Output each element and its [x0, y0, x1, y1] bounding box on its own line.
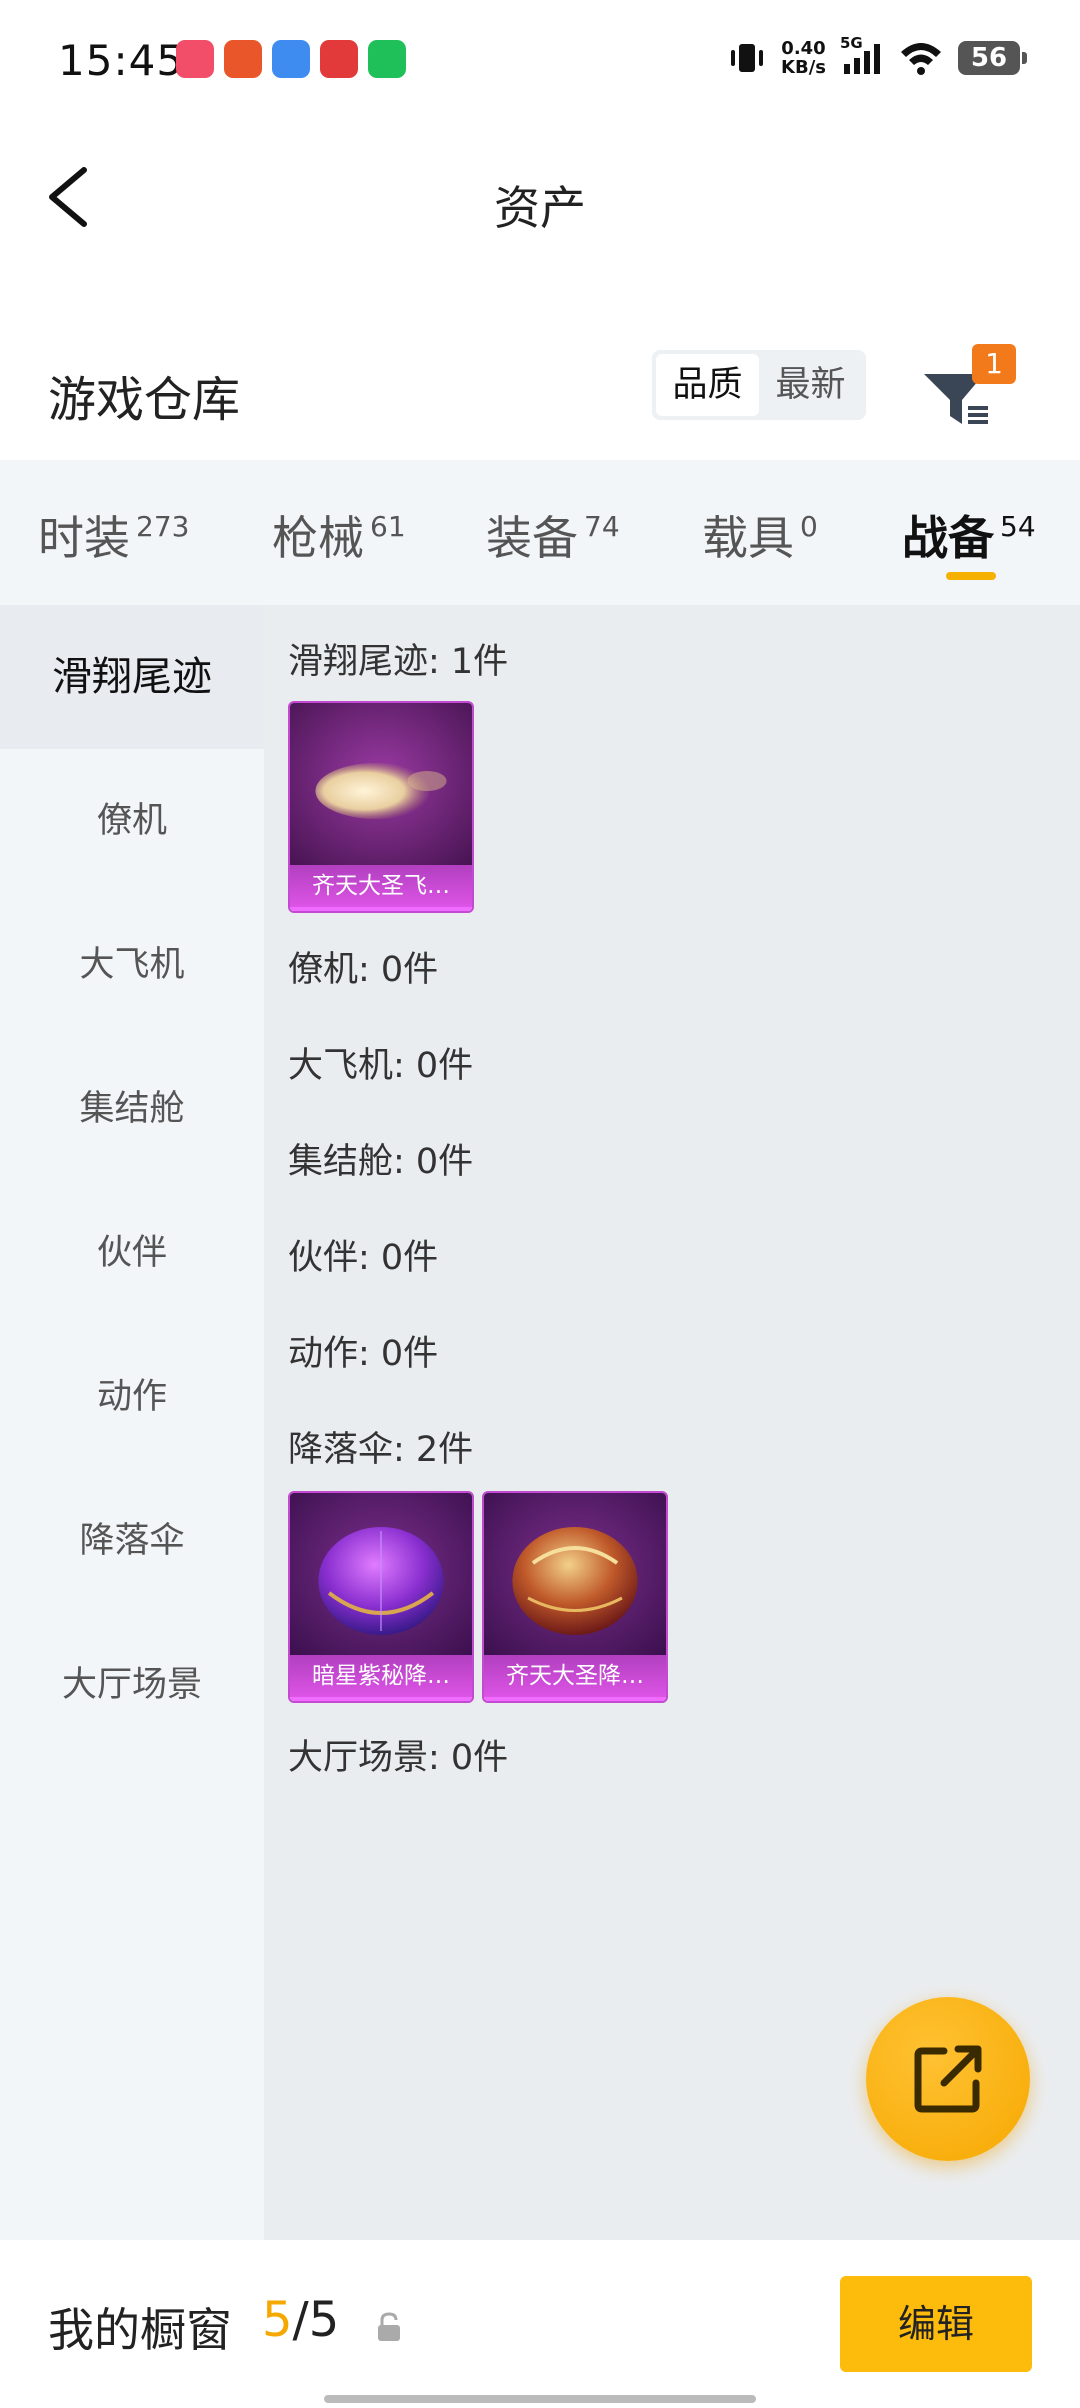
sub-nav-glide-trail[interactable]: 滑翔尾迹: [0, 605, 264, 749]
tab-equipment-count: 74: [584, 510, 620, 543]
item-card[interactable]: 齐天大圣飞…: [288, 701, 474, 913]
tab-equipment[interactable]: 装备 74: [486, 502, 620, 568]
section-label-lobby-scene: 大厅场景: 0件: [288, 1738, 509, 1778]
nav-bar: 资产: [0, 120, 1080, 270]
tab-fashion-count: 273: [136, 510, 190, 543]
item-name: 齐天大圣降…: [484, 1655, 666, 1701]
edit-button[interactable]: 编辑: [840, 2276, 1032, 2372]
active-tab-indicator: [946, 572, 996, 580]
item-card[interactable]: 齐天大圣降…: [482, 1491, 668, 1703]
sub-nav-wingman[interactable]: 僚机: [0, 749, 264, 893]
sub-nav-assembly-pod[interactable]: 集结舱: [0, 1037, 264, 1181]
tab-battle-prep[interactable]: 战备 54: [902, 502, 1036, 568]
game-center-app-icon: [320, 40, 358, 78]
showcase-current: 5: [262, 2292, 293, 2348]
warehouse-title: 游戏仓库: [48, 372, 241, 428]
category-tabs: 时装 273 枪械 61 装备 74 载具 0 战备 54: [0, 460, 1080, 605]
section-label-assembly-pod: 集结舱: 0件: [288, 1142, 474, 1182]
tab-firearms[interactable]: 枪械 61: [272, 502, 406, 568]
item-name: 暗星紫秘降…: [290, 1655, 472, 1701]
tab-battle-prep-count: 54: [1000, 510, 1036, 543]
section-label-parachute: 降落伞: 2件: [288, 1430, 474, 1470]
section-label-big-plane: 大飞机: 0件: [288, 1046, 474, 1086]
video-app-icon: [176, 40, 214, 78]
sub-nav-companion[interactable]: 伙伴: [0, 1181, 264, 1325]
tab-vehicles-label: 载具: [702, 511, 794, 565]
sort-by-quality-button[interactable]: 品质: [656, 354, 759, 416]
share-external-icon: [914, 2045, 982, 2113]
filter-button[interactable]: 1: [918, 332, 1018, 432]
showcase-label: 我的橱窗: [48, 2303, 232, 2357]
sort-toggle: 品质 最新: [652, 350, 866, 420]
showcase-total: 5: [308, 2292, 340, 2348]
filter-count-badge: 1: [972, 344, 1016, 384]
share-button[interactable]: [866, 1997, 1030, 2161]
asset-list: 滑翔尾迹: 1件 齐天大圣飞… 僚机: 0件 大飞机: 0件 集结舱: 0件 伙…: [264, 605, 1080, 2240]
showcase-count: 5/5: [262, 2292, 339, 2348]
wechat-app-icon: [368, 40, 406, 78]
game-app-icon: [224, 40, 262, 78]
tab-fashion[interactable]: 时装 273: [38, 502, 189, 568]
sort-by-newest-button[interactable]: 最新: [759, 354, 862, 416]
sub-nav-big-plane[interactable]: 大飞机: [0, 893, 264, 1037]
section-label-companion: 伙伴: 0件: [288, 1238, 439, 1278]
sub-category-nav: 滑翔尾迹 僚机 大飞机 集结舱 伙伴 动作 降落伞 大厅场景: [0, 605, 264, 2240]
status-time: 15:45: [58, 36, 185, 85]
section-label-glide-trail: 滑翔尾迹: 1件: [288, 642, 509, 682]
glide-trail-item-image: [290, 703, 472, 869]
item-card[interactable]: 暗星紫秘降…: [288, 1491, 474, 1703]
tab-equipment-label: 装备: [486, 511, 578, 565]
wifi-icon: [901, 43, 941, 75]
net-speed-value: 0.40: [781, 38, 826, 59]
tab-vehicles-count: 0: [800, 510, 818, 543]
home-indicator[interactable]: [324, 2395, 756, 2403]
tab-firearms-label: 枪械: [272, 511, 364, 565]
tab-fashion-label: 时装: [38, 511, 130, 565]
tab-firearms-count: 61: [370, 510, 406, 543]
sub-nav-lobby-scene[interactable]: 大厅场景: [0, 1613, 264, 1757]
net-speed: 0.40 KB/s: [781, 39, 826, 77]
showcase-bar: 我的橱窗 5/5 编辑: [0, 2240, 1080, 2408]
section-label-emote: 动作: 0件: [288, 1334, 439, 1374]
status-right: 0.40 KB/s 5G 56: [727, 34, 1027, 78]
status-bar: 15:45 0.40 KB/s 5G 56: [0, 0, 1080, 120]
status-app-icons: [176, 40, 406, 78]
section-label-wingman: 僚机: 0件: [288, 950, 439, 990]
sub-nav-emote[interactable]: 动作: [0, 1325, 264, 1469]
tab-vehicles[interactable]: 载具 0: [702, 502, 818, 568]
net-speed-unit: KB/s: [781, 57, 826, 78]
item-name: 齐天大圣飞…: [290, 865, 472, 911]
lock-icon: [378, 2312, 400, 2341]
tab-battle-prep-label: 战备: [902, 511, 994, 565]
page-title: 资产: [494, 181, 586, 235]
parachute-gold-item-image: [484, 1493, 666, 1659]
vibrate-icon: [731, 44, 764, 72]
browser-app-icon: [272, 40, 310, 78]
sub-nav-parachute[interactable]: 降落伞: [0, 1469, 264, 1613]
warehouse-header: 游戏仓库 品质 最新 1: [0, 320, 1080, 460]
parachute-purple-item-image: [290, 1493, 472, 1659]
showcase-separator: /: [292, 2292, 309, 2348]
battery-icon: 56: [958, 41, 1027, 75]
cellular-signal-icon: 5G: [840, 34, 884, 78]
